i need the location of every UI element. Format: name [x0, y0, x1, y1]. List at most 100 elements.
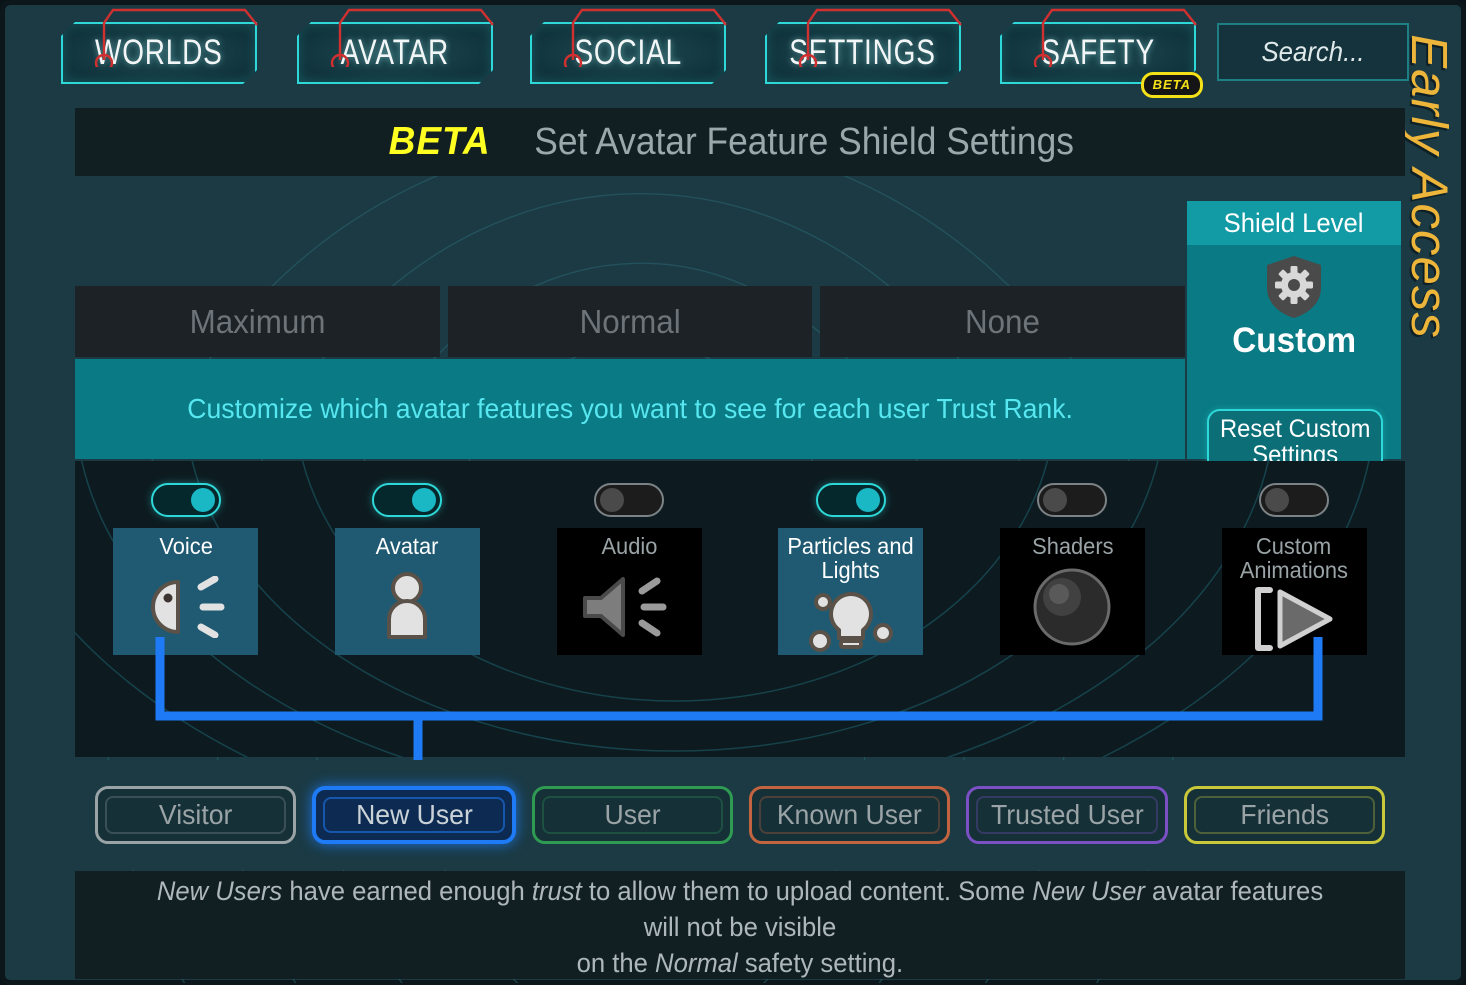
feature-toggle-row: Voice Avatar Audio Particles and Lights …: [75, 483, 1405, 673]
feature-label: Avatar: [376, 533, 439, 559]
feature-label: Shaders: [1031, 533, 1114, 559]
level-tab-maximum[interactable]: Maximum: [75, 286, 440, 357]
desc-em-normal: Normal: [655, 948, 738, 979]
voice-speaking-icon: [113, 558, 258, 655]
desc-em-new-users: New Users: [156, 875, 283, 906]
shield-level-value: Custom: [1232, 321, 1356, 360]
trust-rank-label: New User: [355, 799, 473, 830]
nav-tab-label: SOCIAL: [574, 33, 682, 72]
toggle-voice[interactable]: [150, 483, 221, 517]
trust-rank-description: New Users have earned enough trust to al…: [75, 871, 1405, 979]
toggle-knob: [1265, 488, 1290, 512]
trust-rank-label: Friends: [1239, 799, 1329, 830]
vrchat-safety-window: WORLDS AVATAR SOCIAL SETTINGS SAFETY BET…: [0, 0, 1466, 985]
search-input[interactable]: Search...: [1217, 23, 1409, 81]
toggle-knob: [412, 488, 437, 512]
page-title-bar: BETA Set Avatar Feature Shield Settings: [75, 108, 1405, 176]
level-tab-label: Normal: [579, 302, 681, 340]
top-navigation: WORLDS AVATAR SOCIAL SETTINGS SAFETY BET…: [5, 5, 1415, 103]
early-access-label: Early Access: [1400, 34, 1458, 339]
sphere-shader-icon: [1000, 558, 1145, 655]
nav-tab-label: SETTINGS: [789, 33, 937, 72]
nav-tab-label: SAFETY: [1041, 33, 1155, 72]
feature-label-line2: Animations: [1240, 557, 1349, 584]
trust-rank-user[interactable]: User: [531, 786, 733, 844]
feature-tile-avatar[interactable]: Avatar: [334, 528, 480, 655]
trust-rank-known-user[interactable]: Known User: [748, 786, 951, 844]
feature-tile-audio[interactable]: Audio: [556, 528, 702, 655]
toggle-knob: [190, 488, 215, 512]
toggle-knob: [600, 488, 625, 512]
toggle-custom-animations[interactable]: [1259, 483, 1330, 517]
feature-shaders: Shaders: [997, 483, 1147, 655]
toggle-audio[interactable]: [594, 483, 665, 517]
trust-rank-label: User: [604, 799, 661, 830]
feature-audio: Audio: [554, 483, 704, 655]
level-tab-normal[interactable]: Normal: [447, 286, 813, 357]
lightbulb-particles-icon: [778, 582, 923, 655]
trust-rank-friends[interactable]: Friends: [1183, 786, 1385, 844]
feature-tile-custom-animations[interactable]: Custom Animations: [1221, 528, 1367, 655]
trust-rank-label: Known User: [777, 799, 923, 830]
desc-em-trust: trust: [531, 875, 582, 906]
toggle-knob: [1043, 488, 1068, 512]
shield-gear-icon: [1267, 256, 1321, 318]
nav-tab-label: AVATAR: [340, 33, 450, 72]
desc-text-4: on the: [576, 948, 656, 979]
shield-level-tabs: Maximum Normal None: [75, 286, 1186, 357]
description-line-2: on the Normal safety setting.: [577, 945, 904, 981]
feature-avatar: Avatar: [332, 483, 482, 655]
title-beta-tag: BETA: [388, 120, 491, 163]
nav-tab-social[interactable]: SOCIAL: [530, 8, 727, 84]
avatar-feature-panel: Voice Avatar Audio Particles and Lights …: [75, 461, 1405, 757]
feature-tile-voice[interactable]: Voice: [113, 528, 259, 655]
nav-tab-avatar[interactable]: AVATAR: [297, 8, 494, 84]
feature-label: Particles and: [787, 533, 914, 559]
play-animation-icon: [1222, 582, 1367, 655]
trust-rank-label: Trusted User: [990, 799, 1144, 830]
desc-text-5: safety setting.: [737, 948, 904, 979]
nav-tab-worlds[interactable]: WORLDS: [61, 8, 258, 84]
desc-text-1: have earned enough: [282, 875, 532, 906]
description-line-1: New Users have earned enough trust to al…: [146, 873, 1334, 945]
desc-em-new-user: New User: [1032, 875, 1145, 906]
page-title: Set Avatar Feature Shield Settings: [533, 120, 1074, 163]
reset-line-1: Reset Custom: [1219, 414, 1371, 443]
level-tab-label: None: [965, 302, 1041, 340]
feature-label: Audio: [601, 533, 658, 559]
nav-tab-safety[interactable]: SAFETY BETA: [1000, 8, 1203, 98]
shield-level-panel: Shield Level Custom Reset Custom Setting…: [1187, 201, 1401, 475]
feature-voice: Voice: [111, 483, 261, 655]
early-access-watermark: Early Access: [1396, 5, 1462, 425]
trust-rank-row: Visitor New User User Known User Trusted…: [75, 760, 1405, 870]
feature-label: Voice: [159, 533, 213, 559]
feature-tile-shaders[interactable]: Shaders: [999, 528, 1145, 655]
customize-banner: Customize which avatar features you want…: [75, 359, 1185, 459]
toggle-avatar[interactable]: [372, 483, 443, 517]
level-tab-none[interactable]: None: [820, 286, 1186, 357]
safety-beta-badge: BETA: [1140, 72, 1203, 98]
toggle-shaders[interactable]: [1037, 483, 1108, 517]
shield-level-heading: Shield Level: [1187, 201, 1401, 245]
shield-level-body: Custom: [1187, 245, 1401, 393]
trust-rank-visitor[interactable]: Visitor: [95, 786, 297, 844]
feature-label-line2: Lights: [821, 557, 880, 584]
desc-text-2: to allow them to upload content. Some: [581, 875, 1033, 906]
search-placeholder: Search...: [1261, 36, 1365, 67]
feature-custom-animations: Custom Animations: [1219, 483, 1369, 655]
trust-rank-new-user[interactable]: New User: [312, 786, 516, 844]
nav-tab-label: WORLDS: [95, 33, 223, 72]
trust-rank-label: Visitor: [158, 799, 233, 830]
toggle-knob: [855, 488, 880, 512]
person-avatar-icon: [335, 558, 480, 655]
trust-rank-trusted-user[interactable]: Trusted User: [966, 786, 1168, 844]
feature-particles-and-lights: Particles and Lights: [776, 483, 926, 655]
nav-tab-settings[interactable]: SETTINGS: [765, 8, 962, 84]
toggle-particles-and-lights[interactable]: [815, 483, 886, 517]
feature-label: Custom: [1256, 533, 1332, 559]
feature-tile-particles-and-lights[interactable]: Particles and Lights: [778, 528, 924, 655]
level-tab-label: Maximum: [189, 302, 326, 340]
customize-banner-text: Customize which avatar features you want…: [187, 393, 1073, 424]
speaker-volume-icon: [557, 558, 702, 655]
shield-level-heading-label: Shield Level: [1224, 207, 1364, 238]
